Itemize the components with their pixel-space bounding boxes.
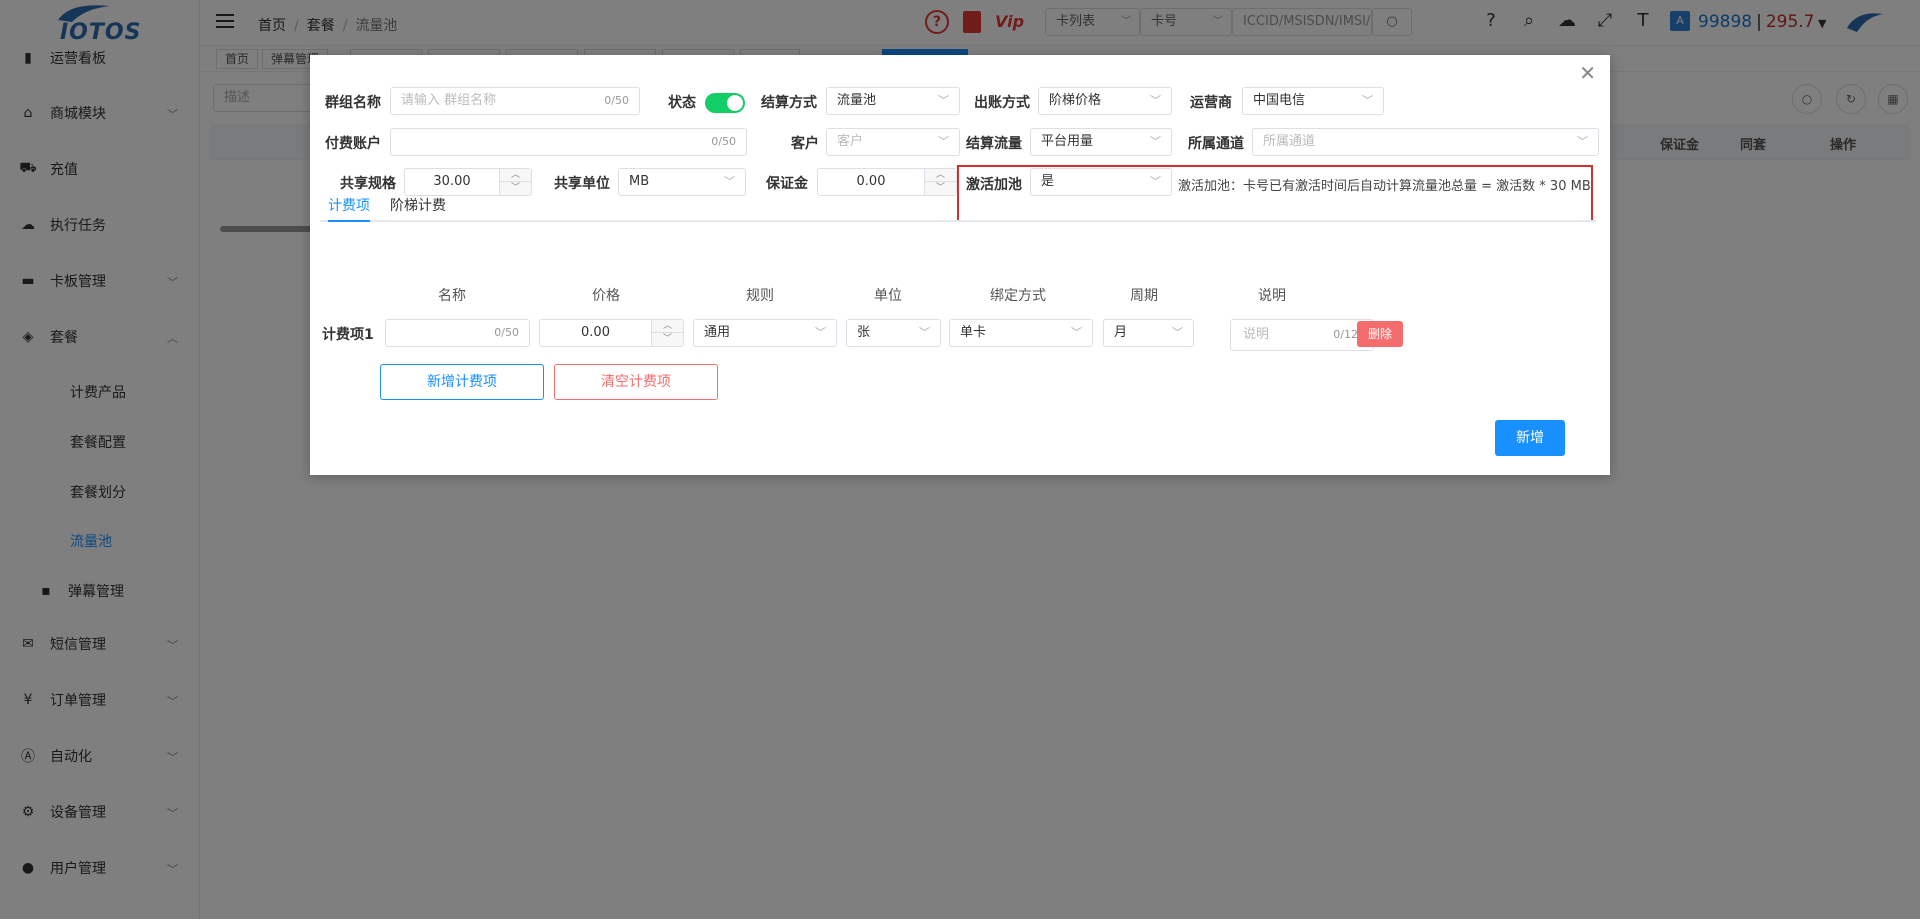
select-value: MB (629, 174, 650, 189)
char-count: 0/50 (604, 94, 629, 107)
select-value: 张 (857, 325, 871, 340)
chevron-down-icon: ﹀ (1362, 94, 1373, 107)
channel-placeholder: 所属通道 (1263, 134, 1316, 149)
select-value: 通用 (704, 325, 731, 340)
traffic-pool-dialog: ✕ 群组名称 请输入 群组名称 0/50 状态 结算方式 流量池 ﹀ 出账方式 … (310, 55, 1610, 475)
tab-billing-items[interactable]: 计费项 (328, 190, 370, 222)
increment-icon[interactable]: ︿ (925, 169, 956, 182)
col-period: 周期 (1130, 288, 1158, 304)
col-bind-method: 绑定方式 (990, 288, 1046, 304)
settle-flow-select[interactable]: 平台用量 ﹀ (1030, 128, 1172, 156)
increment-icon[interactable]: ︿ (500, 169, 531, 182)
chevron-down-icon: ﹀ (919, 326, 930, 339)
carrier-select[interactable]: 中国电信 ﹀ (1242, 87, 1384, 115)
pay-account-input[interactable]: 0/50 (390, 128, 747, 156)
select-value: 中国电信 (1253, 93, 1306, 108)
item-bind-select[interactable]: 单卡 ﹀ (949, 319, 1093, 347)
col-price: 价格 (592, 288, 620, 304)
bill-method-label: 出账方式 (974, 95, 1030, 111)
customer-select[interactable]: 客户 ﹀ (826, 128, 960, 156)
chevron-down-icon: ﹀ (938, 94, 949, 107)
channel-select[interactable]: 所属通道 ﹀ (1252, 128, 1599, 156)
col-unit: 单位 (874, 288, 902, 304)
decrement-icon[interactable]: ﹀ (652, 333, 683, 346)
add-billing-item-button[interactable]: 新增计费项 (380, 364, 544, 400)
select-value: 阶梯价格 (1049, 93, 1102, 108)
chevron-down-icon: ﹀ (1172, 326, 1183, 339)
chevron-down-icon: ﹀ (1150, 94, 1161, 107)
stepper-value: 0.00 (856, 174, 886, 189)
customer-label: 客户 (791, 136, 819, 152)
billing-tabs: 计费项 阶梯计费 (320, 190, 1596, 222)
item-name-input[interactable]: 0/50 (385, 319, 530, 347)
chevron-down-icon: ﹀ (938, 135, 949, 148)
chevron-down-icon: ﹀ (815, 326, 826, 339)
stepper-value: 30.00 (433, 174, 471, 189)
group-name-label: 群组名称 (325, 95, 381, 111)
col-rule: 规则 (746, 288, 774, 304)
settle-method-label: 结算方式 (761, 95, 817, 111)
select-value: 单卡 (960, 325, 987, 340)
increment-icon[interactable]: ︿ (652, 320, 683, 333)
chevron-down-icon: ﹀ (1577, 135, 1588, 148)
chevron-down-icon: ﹀ (1150, 135, 1161, 148)
item-description-textarea[interactable]: 说明 0/125 (1230, 319, 1374, 351)
item-price-stepper[interactable]: 0.00 ︿ ﹀ (539, 319, 684, 347)
char-count: 0/50 (711, 135, 736, 148)
stepper-value: 0.00 (581, 325, 610, 340)
close-icon[interactable]: ✕ (1579, 63, 1596, 83)
tab-tiered-billing[interactable]: 阶梯计费 (390, 190, 446, 222)
clear-billing-items-button[interactable]: 清空计费项 (554, 364, 718, 400)
settle-method-select[interactable]: 流量池 ﹀ (826, 87, 960, 115)
carrier-label: 运营商 (1190, 95, 1232, 111)
chevron-down-icon: ﹀ (1071, 326, 1082, 339)
select-value: 平台用量 (1041, 134, 1094, 149)
char-count: 0/50 (494, 326, 519, 339)
col-name: 名称 (438, 288, 466, 304)
item-unit-select[interactable]: 张 ﹀ (846, 319, 941, 347)
col-description: 说明 (1258, 288, 1286, 304)
delete-item-button[interactable]: 删除 (1357, 321, 1403, 347)
select-value: 月 (1114, 325, 1128, 340)
description-placeholder: 说明 (1243, 327, 1270, 342)
settle-flow-label: 结算流量 (966, 136, 1022, 152)
billing-item-label: 计费项1 (322, 327, 374, 343)
group-name-placeholder: 请输入 群组名称 (401, 93, 497, 108)
customer-placeholder: 客户 (837, 134, 864, 149)
item-rule-select[interactable]: 通用 ﹀ (693, 319, 837, 347)
status-toggle[interactable] (705, 93, 745, 113)
select-value: 是 (1041, 174, 1055, 189)
item-period-select[interactable]: 月 ﹀ (1103, 319, 1194, 347)
pay-account-label: 付费账户 (325, 136, 381, 152)
bill-method-select[interactable]: 阶梯价格 ﹀ (1038, 87, 1172, 115)
select-value: 流量池 (837, 93, 877, 108)
status-label: 状态 (668, 95, 696, 111)
channel-label: 所属通道 (1188, 136, 1244, 152)
submit-add-button[interactable]: 新增 (1495, 420, 1565, 456)
group-name-input[interactable]: 请输入 群组名称 0/50 (390, 87, 640, 115)
